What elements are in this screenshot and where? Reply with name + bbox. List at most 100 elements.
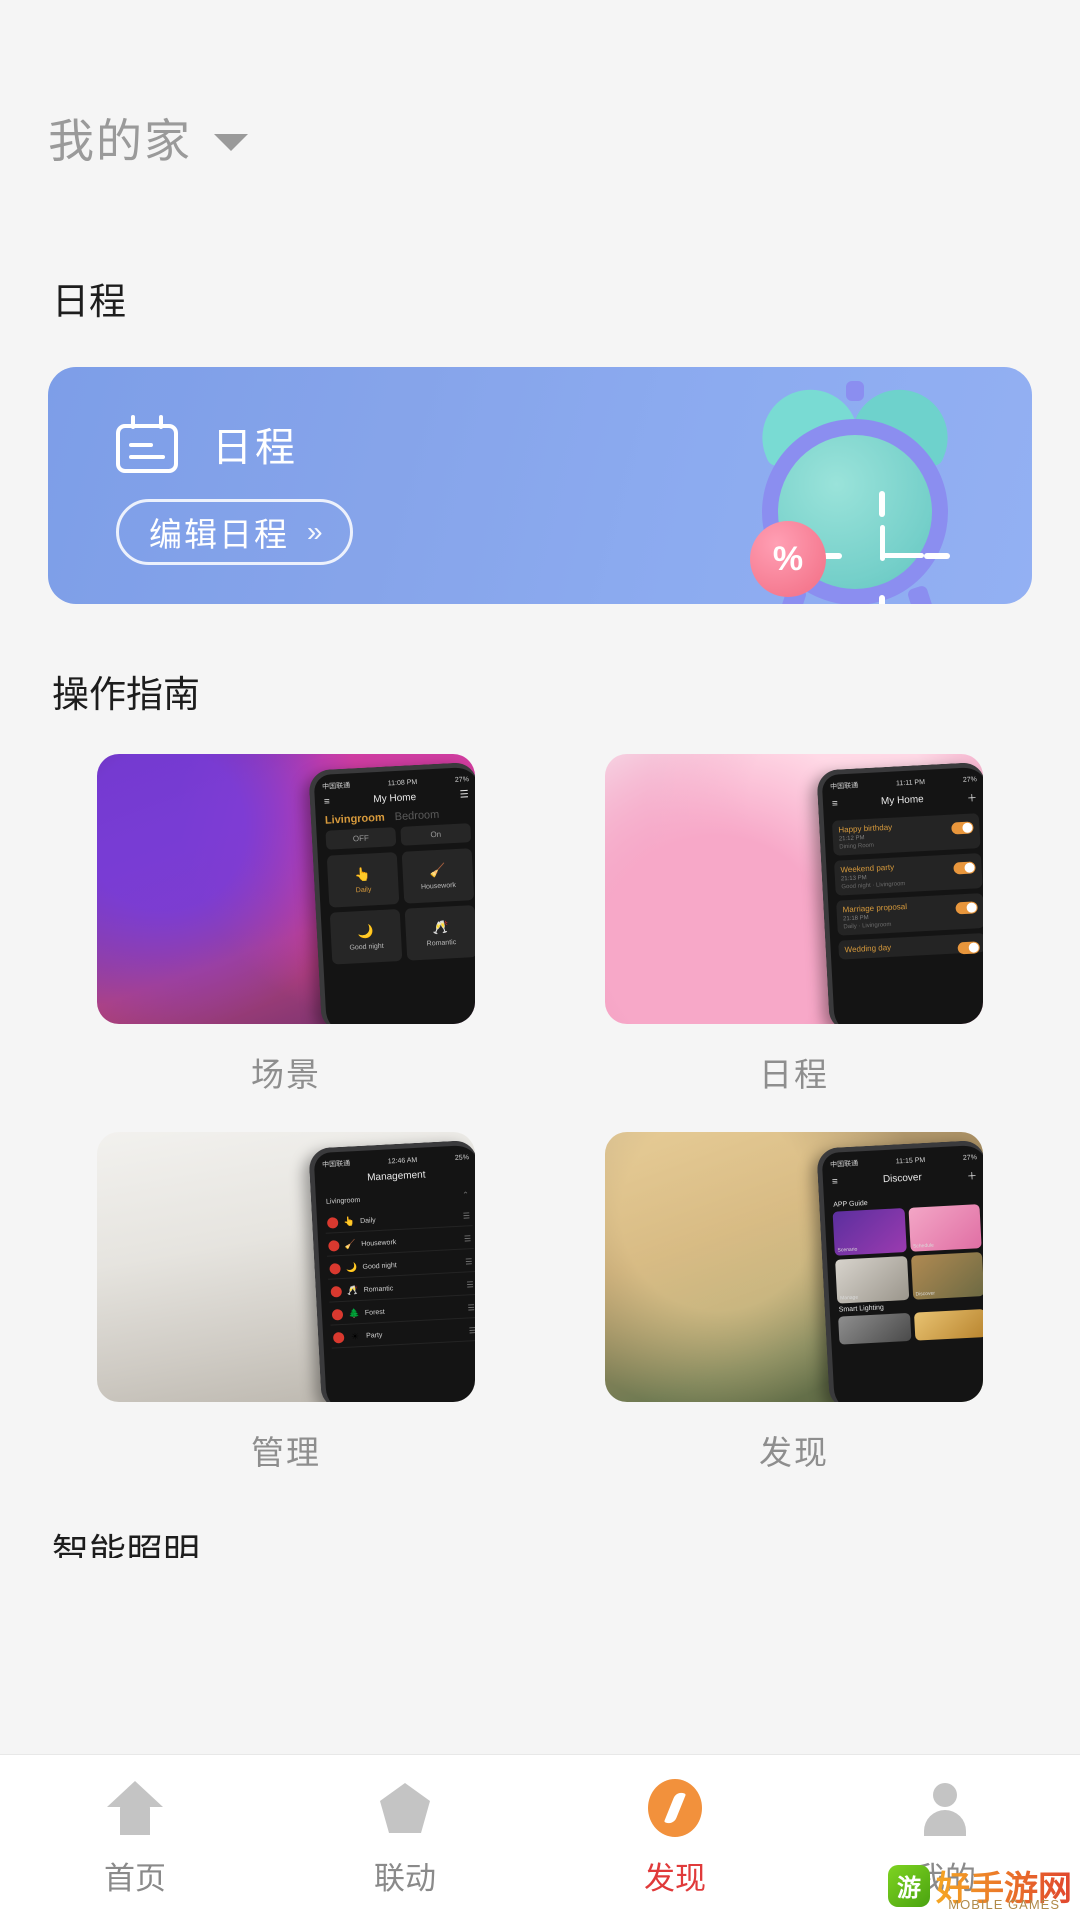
remove-icon[interactable] (332, 1309, 344, 1321)
filter-icon: ≡ (832, 1176, 838, 1187)
segment-off[interactable]: OFF (325, 827, 396, 850)
schedule-toggle[interactable] (951, 821, 974, 834)
filter-icon: ≡ (832, 798, 838, 809)
guide-grid: 中国联通 11:08 PM 27% ≡ My Home ☰ Livingroom… (0, 718, 1080, 1474)
phone-tab[interactable]: Bedroom (394, 809, 439, 823)
calendar-line-2 (129, 455, 165, 459)
nav-item-discover[interactable]: 发现 (540, 1777, 810, 1898)
phone-time: 11:08 PM (388, 778, 418, 787)
scene-tile[interactable]: 🥂 Romantic (405, 905, 475, 961)
remove-icon[interactable] (328, 1240, 340, 1252)
drag-handle-icon[interactable]: ☰ (466, 1280, 474, 1289)
home-selector[interactable]: 我的家 (0, 0, 1080, 171)
schedule-toggle[interactable] (955, 901, 978, 914)
manage-row-name: Daily (360, 1213, 458, 1225)
nav-label-linkage: 联动 (374, 1853, 436, 1898)
remove-icon[interactable] (327, 1217, 339, 1229)
discover-cell[interactable] (838, 1313, 911, 1345)
manage-row-name: Housework (361, 1236, 459, 1248)
drag-handle-icon[interactable]: ☰ (467, 1303, 475, 1312)
phone-title: Management (367, 1169, 426, 1183)
hand-icon: 👆 (343, 1216, 356, 1228)
nav-item-home[interactable]: 首页 (0, 1777, 270, 1898)
segment-on[interactable]: On (400, 823, 471, 846)
discover-cell[interactable]: Discover (910, 1252, 983, 1300)
scene-tile-label: Daily (356, 886, 372, 894)
phone-title: My Home (881, 794, 924, 807)
discover-cell[interactable]: Schedule (908, 1204, 982, 1252)
living-room-scene-thumb[interactable]: 中国联通 11:08 PM 27% ≡ My Home ☰ Livingroom… (97, 754, 475, 1024)
schedule-row[interactable]: Wedding day (838, 933, 983, 960)
plus-icon: ＋ (966, 789, 977, 805)
hand-icon: 👆 (354, 866, 371, 883)
drag-handle-icon[interactable]: ☰ (469, 1326, 475, 1335)
user-avatar-icon (914, 1777, 976, 1839)
drag-handle-icon[interactable]: ☰ (465, 1257, 473, 1266)
manage-row[interactable]: ☀ Party ☰ (331, 1321, 475, 1349)
scene-tile-label: Housework (421, 882, 456, 891)
list-icon: ☰ (459, 789, 469, 800)
scene-tile[interactable]: 🧹 Housework (402, 848, 475, 904)
compass-icon (644, 1777, 706, 1839)
scene-tile[interactable]: 👆 Daily (327, 852, 400, 908)
christmas-room-thumb[interactable]: 中国联通 11:15 PM 27% ≡ Discover ＋ APP Guide (605, 1132, 983, 1402)
guide-card-caption: 场景 (251, 1048, 321, 1096)
nav-item-linkage[interactable]: 联动 (270, 1777, 540, 1898)
scene-tile[interactable]: 🌙 Good night (330, 909, 403, 965)
kitchen-thumb[interactable]: 中国联通 12:46 AM 25% Management Livingroom … (97, 1132, 475, 1402)
drag-handle-icon[interactable]: ☰ (464, 1234, 472, 1243)
plus-icon: ＋ (966, 1167, 977, 1183)
phone-carrier: 中国联通 (322, 1158, 350, 1169)
guide-card-schedule[interactable]: 中国联通 11:11 PM 27% ≡ My Home ＋ Happy birt… (556, 754, 1032, 1096)
discover-cell-caption: Schedule (913, 1243, 934, 1250)
calendar-icon (116, 415, 178, 473)
schedule-row[interactable]: Weekend party 21:13 PM Good night · Livi… (834, 853, 983, 896)
watermark-badge: 游 (888, 1865, 930, 1907)
page-title: 我的家 (48, 105, 192, 171)
guide-card-manage[interactable]: 中国联通 12:46 AM 25% Management Livingroom … (48, 1132, 524, 1474)
phone-time: 11:11 PM (896, 778, 925, 787)
edit-schedule-button[interactable]: 编辑日程 » (116, 499, 353, 565)
cheers-icon: 🥂 (432, 919, 449, 936)
guide-card-caption: 管理 (251, 1426, 321, 1474)
schedule-banner-card[interactable]: % 日程 编辑日程 » (48, 367, 1032, 604)
chevron-up-icon[interactable]: ⌃ (462, 1190, 469, 1199)
guide-card-scene[interactable]: 中国联通 11:08 PM 27% ≡ My Home ☰ Livingroom… (48, 754, 524, 1096)
calendar-body (116, 424, 178, 473)
chevron-down-icon[interactable] (214, 134, 248, 151)
scene-tile-label: Romantic (426, 939, 456, 948)
phone-mockup-schedule: 中国联通 11:11 PM 27% ≡ My Home ＋ Happy birt… (816, 762, 983, 1024)
remove-icon[interactable] (329, 1263, 341, 1275)
schedule-toggle[interactable] (957, 941, 980, 954)
remove-icon[interactable] (331, 1286, 343, 1298)
broom-icon: 🧹 (429, 862, 446, 879)
discover-cell[interactable]: Manage (835, 1256, 909, 1304)
schedule-row[interactable]: Marriage proposal 21:18 PM Daily · Livin… (836, 893, 983, 936)
guide-card-discover[interactable]: 中国联通 11:15 PM 27% ≡ Discover ＋ APP Guide (556, 1132, 1032, 1474)
discover-cell[interactable]: Scenario (833, 1208, 907, 1256)
drag-handle-icon[interactable]: ☰ (463, 1211, 471, 1220)
remove-icon[interactable] (333, 1332, 345, 1344)
banner-label: 日程 (212, 415, 298, 473)
pink-cake-thumb[interactable]: 中国联通 11:11 PM 27% ≡ My Home ＋ Happy birt… (605, 754, 983, 1024)
cheers-icon: 🥂 (346, 1285, 359, 1297)
phone-tab-active[interactable]: Livingroom (325, 812, 385, 827)
manage-row-name: Romantic (364, 1282, 462, 1294)
discover-cell-caption: Discover (915, 1291, 935, 1298)
filter-icon: ≡ (324, 797, 330, 808)
section-title-schedule: 日程 (0, 271, 1080, 325)
phone-title: Discover (883, 1172, 922, 1185)
sun-icon: ☀ (349, 1331, 362, 1343)
clock-tick-6 (879, 595, 885, 604)
schedule-row[interactable]: Happy birthday 21:12 PM Dining Room (832, 813, 981, 856)
moon-icon: 🌙 (357, 923, 374, 940)
manage-row-name: Forest (365, 1305, 463, 1317)
broom-icon: 🧹 (344, 1239, 357, 1251)
discover-cell[interactable] (913, 1309, 983, 1341)
schedule-toggle[interactable] (953, 861, 976, 874)
discover-cell-caption: Scenario (837, 1247, 857, 1254)
phone-carrier: 中国联通 (830, 780, 858, 791)
scene-tile-label: Good night (349, 942, 384, 951)
nav-label-discover: 发现 (644, 1853, 706, 1898)
phone-carrier: 中国联通 (322, 780, 350, 791)
